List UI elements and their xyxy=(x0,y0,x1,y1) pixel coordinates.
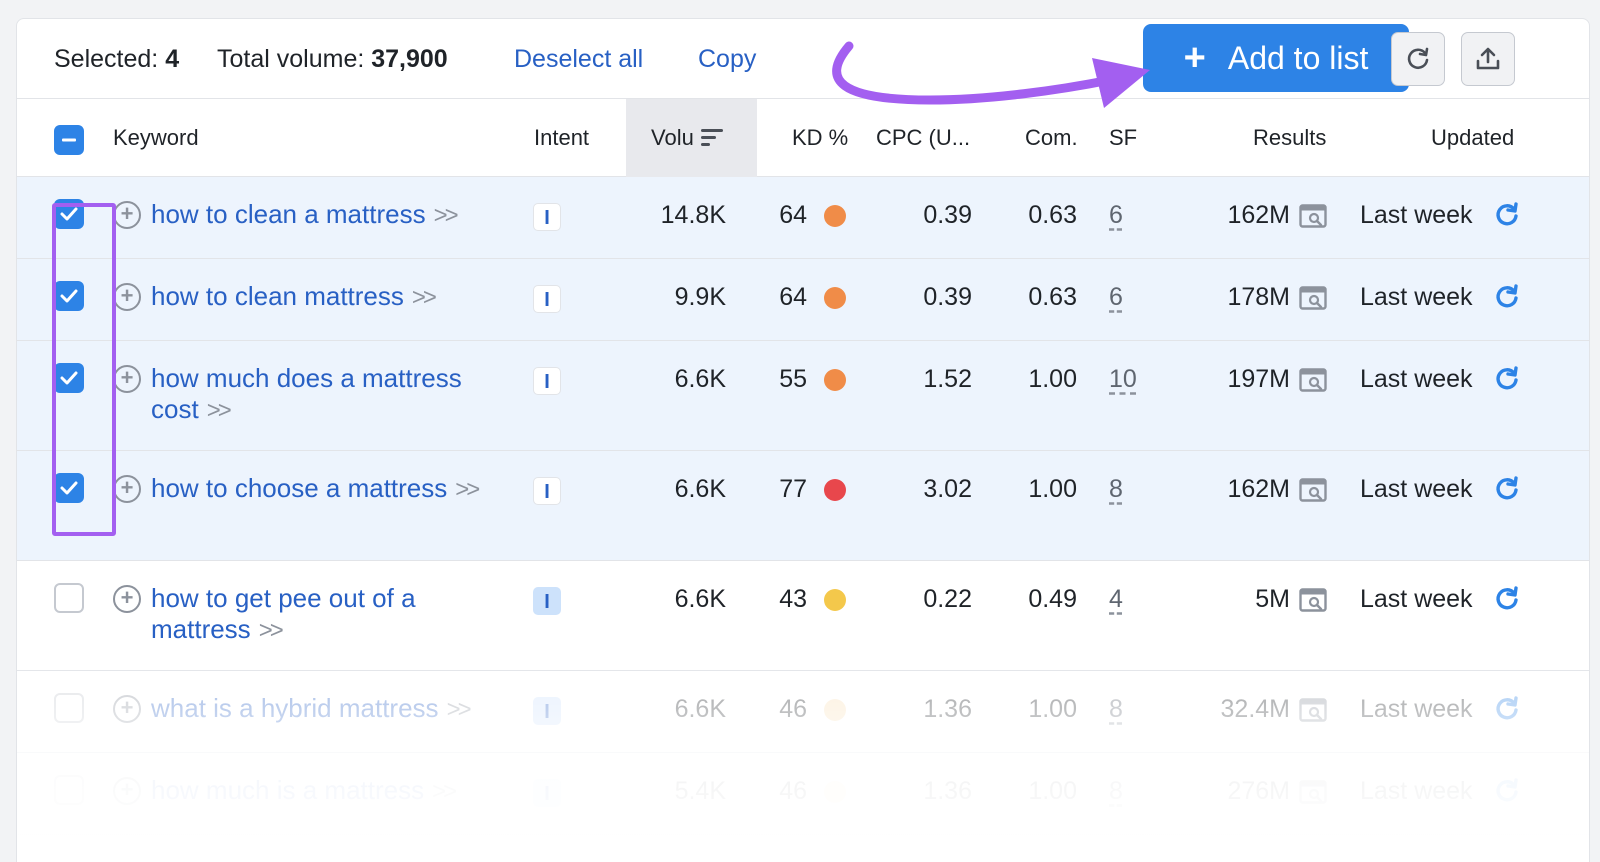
annotation-arrow xyxy=(832,41,1150,108)
